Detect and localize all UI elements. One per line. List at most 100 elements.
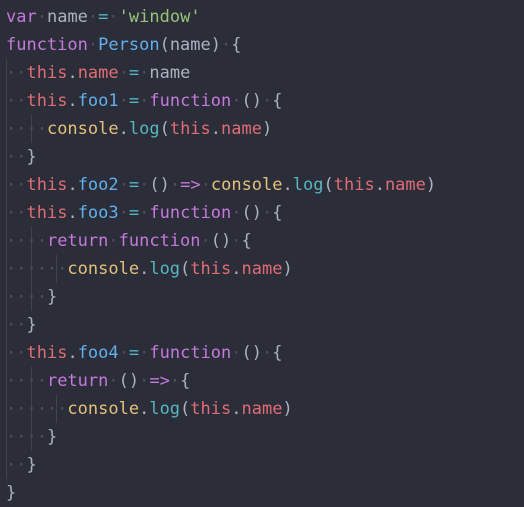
whitespace-dots: · bbox=[118, 343, 129, 363]
whitespace-dots: · bbox=[262, 91, 273, 111]
code-token: foo4 bbox=[77, 343, 119, 363]
whitespace-dots: · bbox=[221, 35, 232, 55]
whitespace-dots: · bbox=[139, 203, 150, 223]
code-line[interactable]: ··this.foo2·=·()·=>·console.log(this.nam… bbox=[0, 171, 524, 199]
whitespace-dots: · bbox=[118, 91, 129, 111]
code-token: this bbox=[26, 175, 68, 195]
code-token: name bbox=[221, 119, 262, 139]
whitespace-dots: · bbox=[139, 371, 150, 391]
code-token: . bbox=[67, 175, 78, 195]
code-token: console bbox=[67, 259, 140, 279]
whitespace-dots: · bbox=[87, 7, 99, 27]
code-editor[interactable]: var·name·=·'window' function·Person(name)… bbox=[0, 0, 524, 505]
code-token: var bbox=[6, 7, 37, 27]
whitespace-dots: · bbox=[200, 231, 211, 251]
code-token: function bbox=[118, 231, 201, 251]
code-token: foo2 bbox=[77, 175, 119, 195]
code-token: log bbox=[149, 399, 181, 419]
code-token: () bbox=[118, 371, 140, 391]
whitespace-dots: · bbox=[231, 343, 242, 363]
whitespace-dots: ···· bbox=[6, 231, 47, 251]
code-token: . bbox=[139, 259, 150, 279]
code-line[interactable]: ······console.log(this.name) bbox=[0, 395, 524, 423]
code-token: } bbox=[26, 455, 37, 475]
code-token: = bbox=[128, 203, 140, 223]
code-line[interactable]: ··} bbox=[0, 451, 524, 479]
code-line[interactable]: ····} bbox=[0, 423, 524, 451]
code-line[interactable]: var·name·=·'window' bbox=[0, 3, 524, 31]
code-line-text: ··this.foo3·=·function·()·{ bbox=[6, 203, 283, 223]
code-line[interactable]: ··this.name·=·name bbox=[0, 59, 524, 87]
code-token: { bbox=[272, 343, 283, 363]
code-token: foo3 bbox=[77, 203, 119, 223]
whitespace-dots: · bbox=[139, 91, 150, 111]
code-token: function bbox=[149, 203, 232, 223]
code-token: name bbox=[77, 63, 119, 83]
code-token: . bbox=[231, 399, 242, 419]
code-token: this bbox=[190, 399, 232, 419]
code-token: { bbox=[272, 203, 283, 223]
whitespace-dots: ···· bbox=[6, 287, 47, 307]
code-token: ) bbox=[282, 399, 293, 419]
code-token: } bbox=[26, 315, 37, 335]
code-token: return bbox=[46, 231, 109, 251]
code-line[interactable]: ··this.foo3·=·function·()·{ bbox=[0, 199, 524, 227]
code-token: () bbox=[149, 175, 170, 195]
code-token: name bbox=[46, 7, 88, 27]
code-line[interactable]: ····console.log(this.name) bbox=[0, 115, 524, 143]
code-token: { bbox=[241, 231, 252, 251]
code-token: . bbox=[118, 119, 129, 139]
code-line-text: ····} bbox=[6, 287, 57, 307]
code-line[interactable]: ··} bbox=[0, 311, 524, 339]
whitespace-dots: · bbox=[118, 175, 129, 195]
code-line-text: ··} bbox=[6, 455, 37, 475]
code-line[interactable]: ··} bbox=[0, 143, 524, 171]
code-token: ( bbox=[159, 119, 170, 139]
code-line-text: ····} bbox=[6, 427, 57, 447]
whitespace-dots: ······ bbox=[6, 399, 68, 419]
whitespace-dots: ·· bbox=[6, 203, 27, 223]
code-content[interactable]: var·name·=·'window' function·Person(name)… bbox=[0, 0, 524, 507]
code-line-text: ····return·()·=>·{ bbox=[6, 371, 190, 391]
code-line[interactable]: ··this.foo4·=·function·()·{ bbox=[0, 339, 524, 367]
whitespace-dots: ······ bbox=[6, 259, 68, 279]
code-token: . bbox=[139, 399, 150, 419]
code-token: ) bbox=[210, 35, 222, 55]
code-token: this bbox=[190, 259, 232, 279]
code-token: name bbox=[241, 399, 283, 419]
code-token: () bbox=[241, 91, 263, 111]
code-line[interactable]: ····return·function·()·{ bbox=[0, 227, 524, 255]
code-token: } bbox=[46, 427, 58, 447]
whitespace-dots: · bbox=[200, 175, 211, 195]
code-token: } bbox=[26, 147, 37, 167]
code-token: ( bbox=[159, 35, 170, 55]
code-token: . bbox=[67, 63, 78, 83]
code-line[interactable]: ··this.foo1·=·function·()·{ bbox=[0, 87, 524, 115]
whitespace-dots: ·· bbox=[6, 455, 27, 475]
code-line[interactable]: } bbox=[0, 479, 524, 507]
code-line-text: var·name·=·'window' bbox=[6, 7, 201, 27]
whitespace-dots: · bbox=[139, 343, 150, 363]
code-token: this bbox=[26, 343, 68, 363]
code-token: this bbox=[169, 119, 211, 139]
code-token: name bbox=[169, 35, 211, 55]
code-token: . bbox=[374, 175, 385, 195]
code-token: function bbox=[149, 91, 232, 111]
code-token: console bbox=[210, 175, 283, 195]
code-token: this bbox=[26, 63, 68, 83]
whitespace-dots: ·· bbox=[6, 343, 27, 363]
code-token: this bbox=[26, 91, 68, 111]
code-token: . bbox=[67, 343, 78, 363]
code-token: log bbox=[149, 259, 181, 279]
code-token: ) bbox=[261, 119, 273, 139]
code-token: . bbox=[67, 203, 78, 223]
code-line[interactable]: ····} bbox=[0, 283, 524, 311]
code-line-text: ··this.foo2·=·()·=>·console.log(this.nam… bbox=[6, 175, 436, 195]
whitespace-dots: · bbox=[139, 63, 150, 83]
code-line-text: ····console.log(this.name) bbox=[6, 119, 272, 139]
whitespace-dots: · bbox=[231, 91, 242, 111]
whitespace-dots: · bbox=[108, 7, 119, 27]
code-line[interactable]: function·Person(name)·{ bbox=[0, 31, 524, 59]
code-line[interactable]: ····return·()·=>·{ bbox=[0, 367, 524, 395]
code-line[interactable]: ······console.log(this.name) bbox=[0, 255, 524, 283]
